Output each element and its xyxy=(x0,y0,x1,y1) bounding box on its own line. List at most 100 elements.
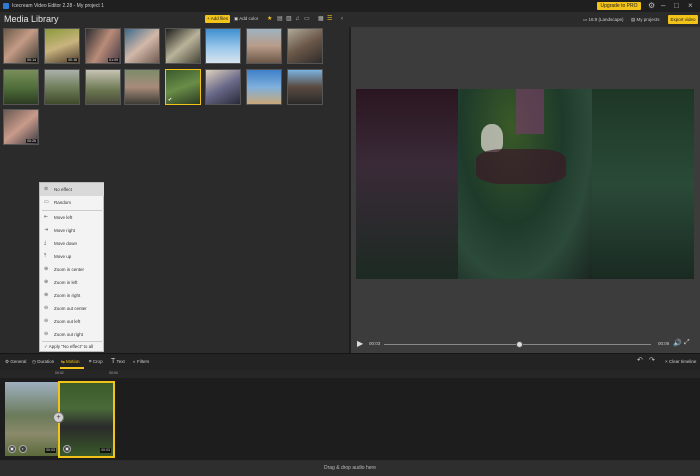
clip-settings-icon[interactable]: ▣ xyxy=(63,445,71,453)
media-thumbnail[interactable] xyxy=(44,69,80,105)
timeline-clip-selected[interactable]: ▣ 00:03 xyxy=(58,381,115,458)
gear-icon[interactable]: ⚙ xyxy=(648,1,655,11)
menu-item-move-right[interactable]: ⇥ Move right xyxy=(40,224,104,237)
seek-handle[interactable] xyxy=(516,341,523,348)
crop-icon: ⌗ xyxy=(89,359,92,364)
color-filter-icon[interactable]: ▭ xyxy=(304,15,310,23)
list-view-icon[interactable]: ☰ xyxy=(327,15,332,23)
media-thumbnail[interactable]: 01:09 xyxy=(85,28,121,64)
media-thumbnail[interactable] xyxy=(287,69,323,105)
menu-item-label: No effect xyxy=(54,187,72,192)
tab-label: Text xyxy=(116,359,125,364)
minimize-icon[interactable]: – xyxy=(661,1,665,11)
tab-duration[interactable]: ◷ Duration xyxy=(32,358,54,366)
volume-icon[interactable]: 🔊 xyxy=(673,339,682,347)
clear-timeline-label: Clear timeline xyxy=(668,359,697,364)
video-person-shape xyxy=(516,89,544,134)
clip-settings-icon[interactable]: ▣ xyxy=(8,445,16,453)
media-thumbnail[interactable] xyxy=(3,69,39,105)
my-projects-button[interactable]: ▤ My projects xyxy=(631,16,660,23)
collapse-panel-icon[interactable]: ‹ xyxy=(341,15,343,23)
add-files-button[interactable]: + Add files xyxy=(205,15,230,23)
media-thumbnail[interactable] xyxy=(124,69,160,105)
zoom-in-right-icon: ⊕ xyxy=(44,292,49,298)
clear-timeline-button[interactable]: × Clear timeline xyxy=(665,358,696,366)
menu-item-zoom-out-left[interactable]: ⊖ Zoom out left xyxy=(40,315,104,328)
video-preview[interactable] xyxy=(356,89,694,279)
upgrade-button[interactable]: Upgrade to PRO xyxy=(597,2,641,10)
star-filter-icon[interactable]: ★ xyxy=(267,15,272,23)
media-thumbnail[interactable] xyxy=(124,28,160,64)
menu-item-zoom-in-right[interactable]: ⊕ Zoom in right xyxy=(40,289,104,302)
media-thumbnail-selected[interactable]: ✔ xyxy=(165,69,201,105)
menu-item-zoom-out-right[interactable]: ⊖ Zoom out right xyxy=(40,328,104,341)
projects-icon: ▤ xyxy=(631,17,636,22)
menu-item-move-down[interactable]: ⤓ Move down xyxy=(40,237,104,250)
audio-drop-zone[interactable]: Drag & drop audio here xyxy=(0,461,700,476)
redo-icon[interactable]: ↷ xyxy=(649,357,655,365)
export-video-button[interactable]: Export video xyxy=(668,15,698,24)
duration-badge: 00:16 xyxy=(67,58,78,62)
image-filter-icon[interactable]: ▨ xyxy=(286,15,292,23)
media-thumbnail[interactable] xyxy=(165,28,201,64)
tab-motion[interactable]: ⇆ Motion xyxy=(61,358,80,366)
media-thumbnail[interactable] xyxy=(205,69,241,105)
video-person-shape xyxy=(476,149,566,184)
play-icon[interactable]: ▶ xyxy=(357,339,363,348)
tab-label: General xyxy=(10,359,27,364)
zoom-out-center-icon: ⊖ xyxy=(44,305,49,311)
aspect-ratio-selector[interactable]: ▭ 16:9 (Landscape) xyxy=(583,16,624,23)
menu-item-label: Move right xyxy=(54,228,76,233)
tab-label: Filters xyxy=(136,359,150,364)
add-transition-button[interactable]: + xyxy=(53,412,64,423)
menu-item-move-up[interactable]: ⤒ Move up xyxy=(40,250,104,263)
media-thumbnail[interactable]: 00:26 xyxy=(3,109,39,145)
close-icon[interactable]: × xyxy=(688,1,693,11)
media-thumbnail[interactable] xyxy=(205,28,241,64)
motion-icon: ⇆ xyxy=(61,359,65,364)
menu-item-random[interactable]: ▭ Random xyxy=(40,196,104,209)
media-thumbnail[interactable]: 00:14 xyxy=(3,28,39,64)
clock-icon: ◷ xyxy=(32,359,36,364)
timeline-clip[interactable]: ▣ ◐ 00:03 xyxy=(5,382,58,456)
motion-effect-menu: ⊘ No effect ▭ Random ⇤ Move left ⇥ Move righ… xyxy=(39,182,104,352)
menu-item-zoom-in-center[interactable]: ⊕ Zoom in center xyxy=(40,263,104,276)
media-thumbnail[interactable]: 00:16 xyxy=(44,28,80,64)
timeline-ruler: 00:02 00:04 xyxy=(0,370,700,378)
filters-icon: ◐ xyxy=(133,359,136,364)
no-effect-icon: ⊘ xyxy=(44,186,49,192)
menu-item-no-effect[interactable]: ⊘ No effect xyxy=(40,183,104,196)
menu-item-zoom-in-left[interactable]: ⊕ Zoom in left xyxy=(40,276,104,289)
add-color-button[interactable]: ▣ Add color xyxy=(234,15,258,23)
video-right-blur xyxy=(592,89,694,279)
total-time: 00:06 xyxy=(658,341,670,346)
library-title: Media Library xyxy=(4,14,59,24)
duration-badge: 00:26 xyxy=(26,139,37,143)
checkmark-icon: ✔ xyxy=(168,97,173,103)
fullscreen-icon[interactable]: ⤢ xyxy=(684,339,690,347)
tab-crop[interactable]: ⌗ Crop xyxy=(89,358,103,366)
audio-filter-icon[interactable]: ♫ xyxy=(295,15,300,23)
menu-item-move-left[interactable]: ⇤ Move left xyxy=(40,211,104,224)
aspect-ratio-label: 16:9 (Landscape) xyxy=(588,17,624,22)
clip-duration: 00:03 xyxy=(100,448,111,453)
menu-item-apply-all[interactable]: ✓ Apply "No effect" to all xyxy=(40,341,104,353)
tab-label: Motion xyxy=(66,359,80,364)
clip-color-icon[interactable]: ◐ xyxy=(19,445,27,453)
my-projects-label: My projects xyxy=(636,17,660,22)
zoom-out-right-icon: ⊖ xyxy=(44,331,49,337)
media-thumbnail[interactable] xyxy=(246,69,282,105)
media-thumbnail[interactable] xyxy=(246,28,282,64)
video-filter-icon[interactable]: ▤ xyxy=(277,15,283,23)
tab-filters[interactable]: ◐ Filters xyxy=(133,358,149,366)
media-thumbnail[interactable] xyxy=(287,28,323,64)
tab-general[interactable]: ⚙ General xyxy=(5,358,26,366)
menu-item-zoom-out-center[interactable]: ⊖ Zoom out center xyxy=(40,302,104,315)
tab-text[interactable]: T Text xyxy=(111,358,125,366)
title-bar: Icecream Video Editor 2.28 - My project … xyxy=(0,0,700,12)
maximize-icon[interactable]: □ xyxy=(674,1,679,11)
media-thumbnail[interactable] xyxy=(85,69,121,105)
add-color-label: Add color xyxy=(239,16,259,21)
undo-icon[interactable]: ↶ xyxy=(637,357,643,365)
grid-view-icon[interactable]: ▦ xyxy=(318,15,324,23)
